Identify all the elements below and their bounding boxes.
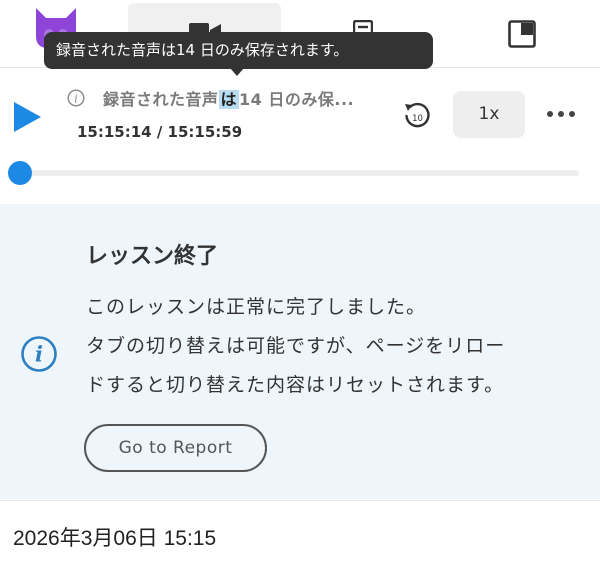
lesson-title: レッスン終了	[86, 244, 219, 269]
more-icon[interactable]	[545, 104, 577, 124]
svg-text:i: i	[74, 93, 78, 106]
info-icon: i	[21, 336, 57, 372]
rewind-10-icon[interactable]: 10	[402, 101, 432, 131]
playback-time: 15:15:14 / 15:15:59	[77, 123, 243, 141]
lesson-message-line: このレッスンは正常に完了しました。	[86, 296, 427, 318]
lesson-message-line: ドすると切り替えた内容はリセットされます。	[86, 374, 505, 396]
lesson-message-line: タブの切り替えは可能ですが、ページをリロー	[86, 335, 506, 357]
rewind-label: 10	[412, 114, 423, 124]
progress-thumb[interactable]	[8, 161, 32, 185]
audio-title-part: 14 日のみ保...	[239, 90, 355, 109]
go-to-report-button[interactable]: Go to Report	[84, 424, 267, 472]
svg-text:i: i	[35, 342, 43, 367]
audio-title-highlight: は	[218, 90, 240, 109]
audio-title-part: 録音された音声	[103, 90, 219, 109]
lesson-complete-card: レッスン終了 このレッスンは正常に完了しました。 タブの切り替えは可能ですが、ペ…	[0, 204, 600, 499]
lesson-message: このレッスンは正常に完了しました。 タブの切り替えは可能ですが、ページをリロー …	[86, 288, 586, 405]
tooltip-arrow	[230, 68, 244, 76]
lesson-datetime: 2026年3月06日 15:15	[13, 527, 217, 550]
progress-track[interactable]	[18, 170, 579, 176]
layout-icon[interactable]	[508, 20, 536, 48]
speed-button[interactable]: 1x	[453, 91, 525, 138]
tooltip: 録音された音声は14 日のみ保存されます。	[44, 32, 433, 69]
play-icon[interactable]	[12, 101, 42, 133]
divider	[0, 500, 600, 501]
info-icon: i	[67, 89, 85, 107]
audio-title: 録音された音声は 14 日のみ保...	[103, 86, 354, 110]
